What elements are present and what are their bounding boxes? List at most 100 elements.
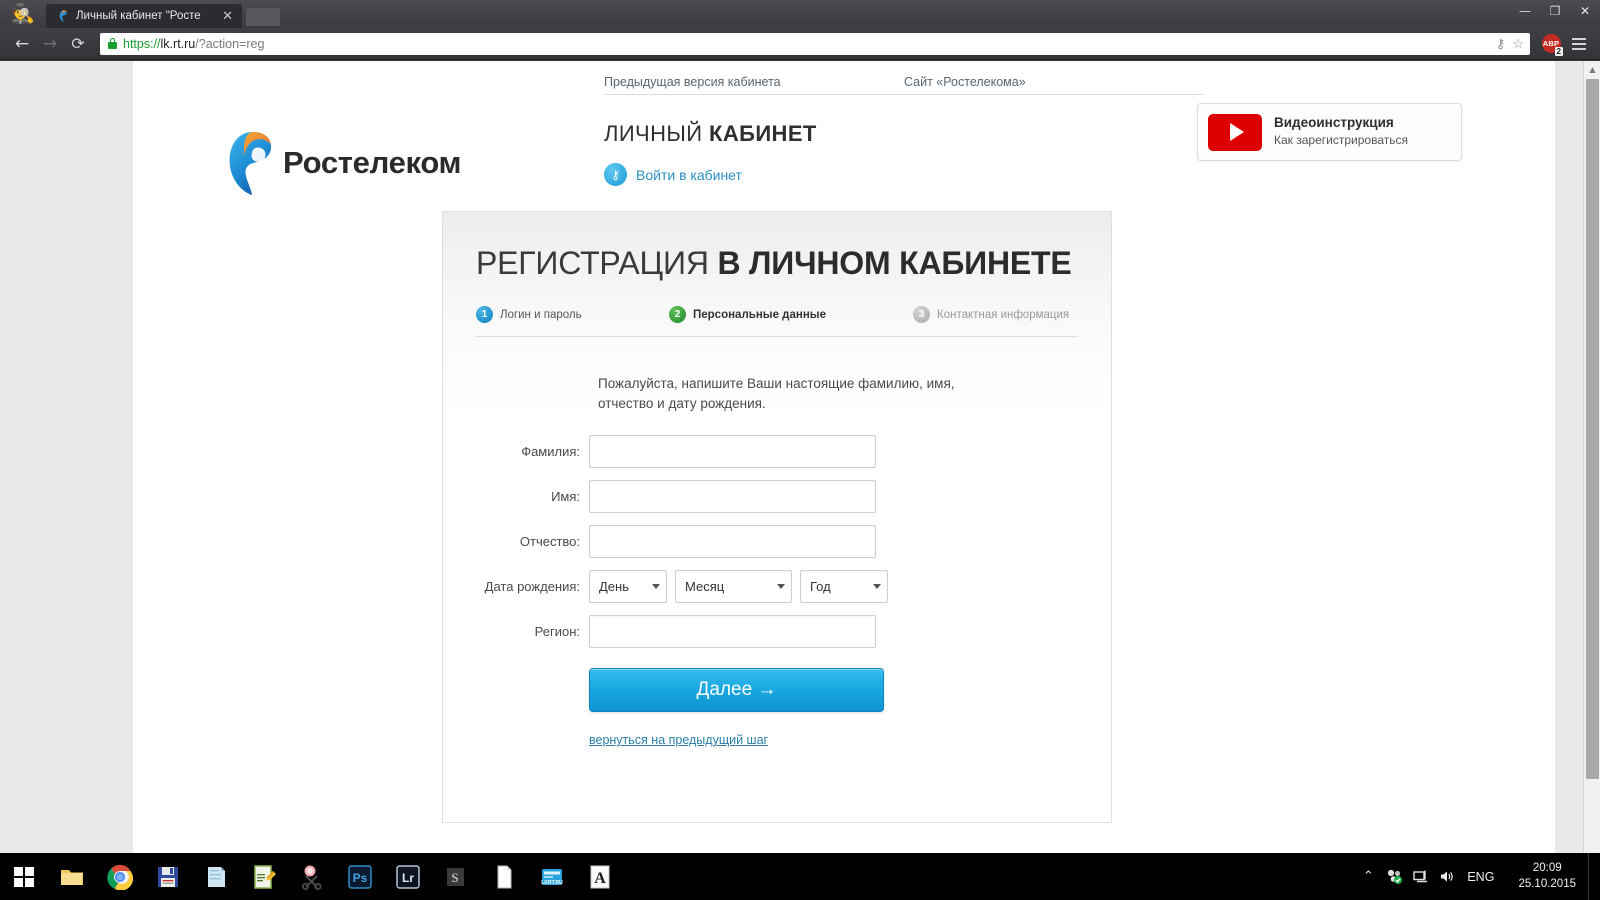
display-icon[interactable] [1407, 853, 1433, 900]
scrollbar-thumb[interactable] [1586, 79, 1599, 779]
taskbar-item-font-app[interactable]: A [576, 853, 624, 900]
taskbar-item-file-explorer[interactable] [48, 853, 96, 900]
firstname-input[interactable] [589, 480, 876, 514]
url-scheme: https:// [123, 36, 161, 51]
field-row-region: Регион: [443, 615, 1111, 649]
browser-titlebar: 🕵 Личный кабинет "Росте ✕ — ❐ ✕ [0, 0, 1600, 28]
svg-text:A: A [594, 870, 606, 887]
browser-tab[interactable]: Личный кабинет "Росте ✕ [46, 3, 242, 28]
login-link[interactable]: Войти в кабинет [636, 167, 742, 183]
maximize-button[interactable]: ❐ [1540, 0, 1570, 22]
back-to-previous-step-link[interactable]: вернуться на предыдущий шаг [589, 733, 768, 747]
tray-expand-chevron-icon[interactable]: ⌃ [1355, 853, 1381, 900]
step-2-label: Персональные данные [693, 308, 826, 321]
step-1-login-password[interactable]: 1 Логин и пароль [476, 306, 669, 323]
taskbar-items: Ps Lr S LKRT.RU A [48, 853, 624, 900]
show-desktop-button[interactable] [1588, 853, 1594, 900]
clock-date: 25.10.2015 [1518, 877, 1576, 890]
field-row-firstname: Имя: [443, 480, 1111, 514]
birth-day-value: День [599, 579, 629, 595]
nav-previous-version[interactable]: Предыдущая версия кабинета [604, 75, 904, 89]
step-2-personal-data[interactable]: 2 Персональные данные [669, 306, 913, 323]
step-3-contact-info: 3 Контактная информация [913, 306, 1069, 323]
taskbar-item-text-editor-app[interactable] [240, 853, 288, 900]
region-input[interactable] [589, 615, 876, 649]
brand-row: Ростелеком ЛИЧНЫЙ КАБИНЕТ ⚷ Войти в каби… [204, 97, 1484, 197]
cabinet-title-light: ЛИЧНЫЙ [604, 121, 710, 146]
taskbar-item-save-floppy-app[interactable] [144, 853, 192, 900]
personal-data-form: Фамилия: Имя: Отчество: Дата рождения: Д… [443, 435, 1111, 749]
rostelecom-logo-icon [226, 129, 276, 197]
volume-icon[interactable] [1433, 853, 1459, 900]
header-divider [604, 94, 1204, 95]
taskbar-item-google-chrome[interactable] [96, 853, 144, 900]
youtube-play-icon [1208, 113, 1262, 151]
key-icon[interactable]: ⚷ [1496, 37, 1506, 50]
birthdate-selects: День Месяц Год [589, 570, 888, 604]
taskbar-item-rt-ru-app[interactable]: LKRT.RU [528, 853, 576, 900]
page-content: Предыдущая версия кабинета Сайт «Ростеле… [133, 61, 1555, 853]
taskbar-item-lightroom[interactable]: Lr [384, 853, 432, 900]
birth-day-select[interactable]: День [589, 570, 667, 604]
scroll-up-arrow-icon[interactable]: ▲ [1584, 61, 1600, 78]
next-button[interactable]: Далее → [589, 668, 884, 713]
url-path: /?action=reg [195, 36, 265, 51]
birth-month-value: Месяц [685, 579, 725, 595]
rostelecom-wordmark: Ростелеком [283, 145, 462, 180]
taskbar-item-script-app[interactable]: S [432, 853, 480, 900]
new-tab-button[interactable] [246, 8, 280, 26]
svg-text:LKRT.RU: LKRT.RU [541, 880, 563, 886]
page-scrollbar[interactable]: ▲ [1583, 61, 1600, 853]
bookmark-star-icon[interactable]: ☆ [1512, 37, 1524, 50]
submit-row: Далее → [443, 668, 1111, 713]
system-tray: ⌃ ENG 20:09 25.10.2015 [1355, 853, 1600, 900]
start-button[interactable] [0, 853, 48, 900]
taskbar-item-photoshop[interactable]: Ps [336, 853, 384, 900]
firstname-label: Имя: [551, 489, 580, 505]
browser-window: 🕵 Личный кабинет "Росте ✕ — ❐ ✕ ← → ⟳ ht… [0, 0, 1600, 853]
patronymic-input[interactable] [589, 525, 876, 559]
login-link-row[interactable]: ⚷ Войти в кабинет [604, 163, 817, 186]
birth-year-value: Год [810, 579, 831, 595]
taskbar-item-snipping-tool[interactable] [288, 853, 336, 900]
back-button[interactable]: ← [8, 30, 36, 58]
abp-badge-count: 2 [1554, 46, 1563, 56]
forward-button[interactable]: → [36, 30, 64, 58]
birth-month-select[interactable]: Месяц [675, 570, 792, 604]
window-controls: — ❐ ✕ [1510, 0, 1600, 22]
video-title: Видеоинструкция [1274, 115, 1394, 131]
adblock-plus-extension-icon[interactable]: ABP 2 [1538, 31, 1564, 57]
rostelecom-logo[interactable]: Ростелеком [204, 107, 604, 197]
back-row: вернуться на предыдущий шаг [443, 731, 1111, 749]
taskbar-item-document-app[interactable] [480, 853, 528, 900]
step-3-label: Контактная информация [937, 308, 1070, 321]
field-row-lastname: Фамилия: [443, 435, 1111, 469]
lastname-input[interactable] [589, 435, 876, 469]
video-text: Видеоинструкция Как зарегистрироваться [1274, 115, 1408, 148]
close-window-button[interactable]: ✕ [1570, 0, 1600, 22]
taskbar-item-notepad-app[interactable] [192, 853, 240, 900]
minimize-button[interactable]: — [1510, 0, 1540, 22]
step-1-label: Логин и пароль [500, 308, 582, 321]
step-2-number: 2 [669, 306, 686, 323]
cabinet-block: ЛИЧНЫЙ КАБИНЕТ ⚷ Войти в кабинет [604, 107, 817, 186]
nav-rostelecom-site[interactable]: Сайт «Ростелекома» [904, 75, 1026, 89]
field-row-birthdate: Дата рождения: День Месяц Год [443, 570, 1111, 604]
language-indicator[interactable]: ENG [1459, 870, 1506, 884]
reload-button[interactable]: ⟳ [64, 30, 92, 58]
chevron-down-icon [652, 584, 660, 590]
birth-year-select[interactable]: Год [800, 570, 888, 604]
address-bar[interactable]: https://lk.rt.ru/?action=reg ⚷ ☆ [100, 32, 1530, 55]
registration-heading: РЕГИСТРАЦИЯ В ЛИЧНОМ КАБИНЕТЕ [443, 212, 1111, 282]
incognito-icon: 🕵 [11, 3, 35, 25]
video-instruction-box[interactable]: Видеоинструкция Как зарегистрироваться [1197, 103, 1462, 161]
browser-toolbar: ← → ⟳ https://lk.rt.ru/?action=reg ⚷ ☆ A… [0, 28, 1600, 60]
key-icon: ⚷ [604, 163, 627, 186]
chrome-menu-icon[interactable] [1566, 31, 1592, 57]
tab-close-icon[interactable]: ✕ [219, 9, 236, 22]
tab-title: Личный кабинет "Росте [76, 9, 201, 22]
network-icon[interactable] [1381, 853, 1407, 900]
form-intro-text: Пожалуйста, напишите Ваши настоящие фами… [598, 376, 955, 411]
clock[interactable]: 20:09 25.10.2015 [1506, 861, 1588, 892]
cabinet-title: ЛИЧНЫЙ КАБИНЕТ [604, 121, 817, 147]
